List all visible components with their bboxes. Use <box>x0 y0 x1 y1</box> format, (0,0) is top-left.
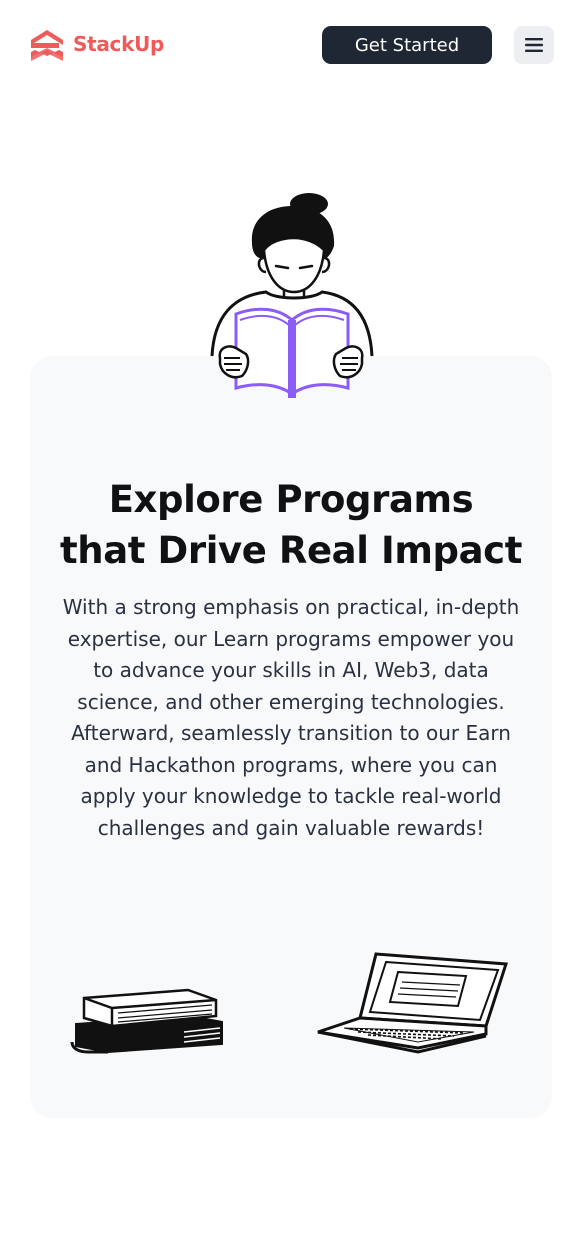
laptop-illustration <box>314 948 510 1059</box>
title-line-2: that Drive Real Impact <box>59 529 522 572</box>
get-started-button[interactable]: Get Started <box>322 26 492 64</box>
brand-name: StackUp <box>73 32 165 56</box>
hamburger-menu-icon <box>525 38 543 52</box>
site-header: StackUp Get Started <box>0 0 580 90</box>
stackup-logo-icon <box>31 30 63 61</box>
page-title: Explore Programs that Drive Real Impact <box>30 474 552 576</box>
stack-of-books-illustration <box>68 982 228 1065</box>
person-reading-book-illustration <box>206 188 376 408</box>
programs-description: With a strong emphasis on practical, in-… <box>62 595 520 840</box>
brand-logo[interactable]: StackUp <box>29 26 164 62</box>
title-line-1: Explore Programs <box>108 478 474 521</box>
menu-button[interactable] <box>514 26 554 64</box>
